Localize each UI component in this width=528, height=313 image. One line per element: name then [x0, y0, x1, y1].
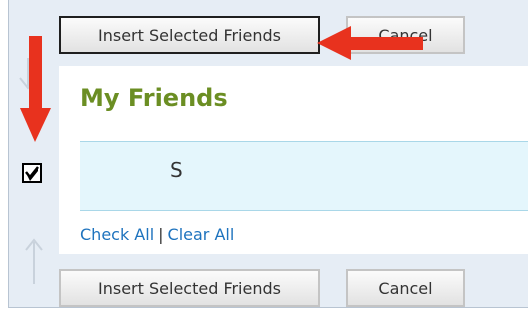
select-links: Check All | Clear All — [80, 225, 234, 244]
insert-selected-friends-button-top[interactable]: Insert Selected Friends — [59, 16, 320, 54]
faded-up-arrow-icon — [25, 238, 43, 284]
link-separator: | — [158, 225, 164, 244]
friend-row[interactable] — [80, 141, 528, 211]
red-arrow-down-icon — [20, 36, 51, 142]
insert-selected-friends-button-bottom[interactable]: Insert Selected Friends — [59, 269, 320, 307]
check-all-link[interactable]: Check All — [80, 225, 154, 244]
friends-title: My Friends — [80, 84, 228, 112]
select-friend-checkbox[interactable] — [22, 163, 42, 183]
red-arrow-left-icon — [317, 26, 423, 60]
clear-all-link[interactable]: Clear All — [168, 225, 235, 244]
cancel-button-bottom[interactable]: Cancel — [346, 269, 465, 307]
checkmark-icon — [25, 166, 39, 181]
friend-name: S — [170, 158, 183, 182]
